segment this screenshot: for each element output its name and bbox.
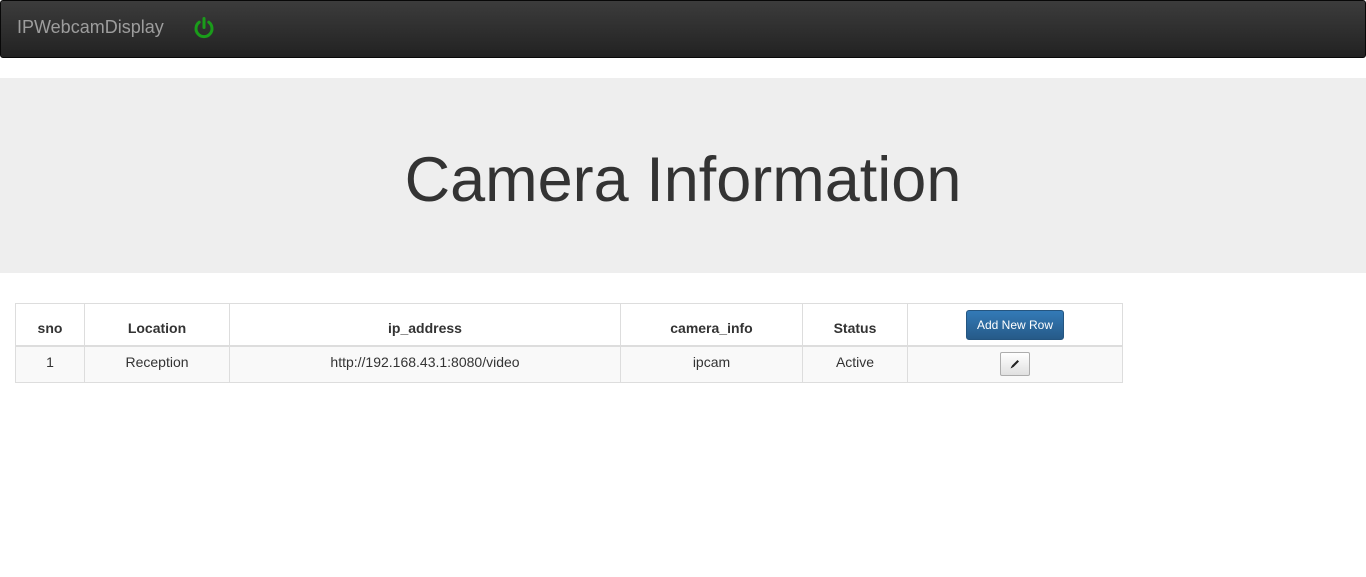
cell-actions bbox=[907, 345, 1123, 383]
add-new-row-button[interactable]: Add New Row bbox=[965, 310, 1065, 341]
camera-table: sno Location ip_address camera_info Stat… bbox=[15, 303, 1123, 383]
power-icon[interactable] bbox=[192, 16, 216, 40]
page-title: Camera Information bbox=[404, 145, 962, 215]
jumbotron: Camera Information bbox=[0, 78, 1366, 273]
cell-camera-info: ipcam bbox=[620, 345, 803, 383]
cell-sno: 1 bbox=[15, 345, 85, 383]
cell-status: Active bbox=[802, 345, 908, 383]
column-header-camera-info: camera_info bbox=[620, 303, 803, 347]
column-header-status: Status bbox=[802, 303, 908, 347]
column-header-sno: sno bbox=[15, 303, 85, 347]
cell-location: Reception bbox=[84, 345, 230, 383]
column-header-actions: Add New Row bbox=[907, 303, 1123, 347]
pencil-icon bbox=[1010, 360, 1019, 369]
table-header-row: sno Location ip_address camera_info Stat… bbox=[15, 303, 1123, 347]
column-header-ip-address: ip_address bbox=[229, 303, 621, 347]
top-navbar: IPWebcamDisplay bbox=[0, 0, 1366, 58]
brand-link[interactable]: IPWebcamDisplay bbox=[17, 16, 164, 38]
table-row: 1 Reception http://192.168.43.1:8080/vid… bbox=[15, 345, 1123, 383]
column-header-location: Location bbox=[84, 303, 230, 347]
edit-row-button[interactable] bbox=[1000, 352, 1030, 377]
cell-ip-address: http://192.168.43.1:8080/video bbox=[229, 345, 621, 383]
